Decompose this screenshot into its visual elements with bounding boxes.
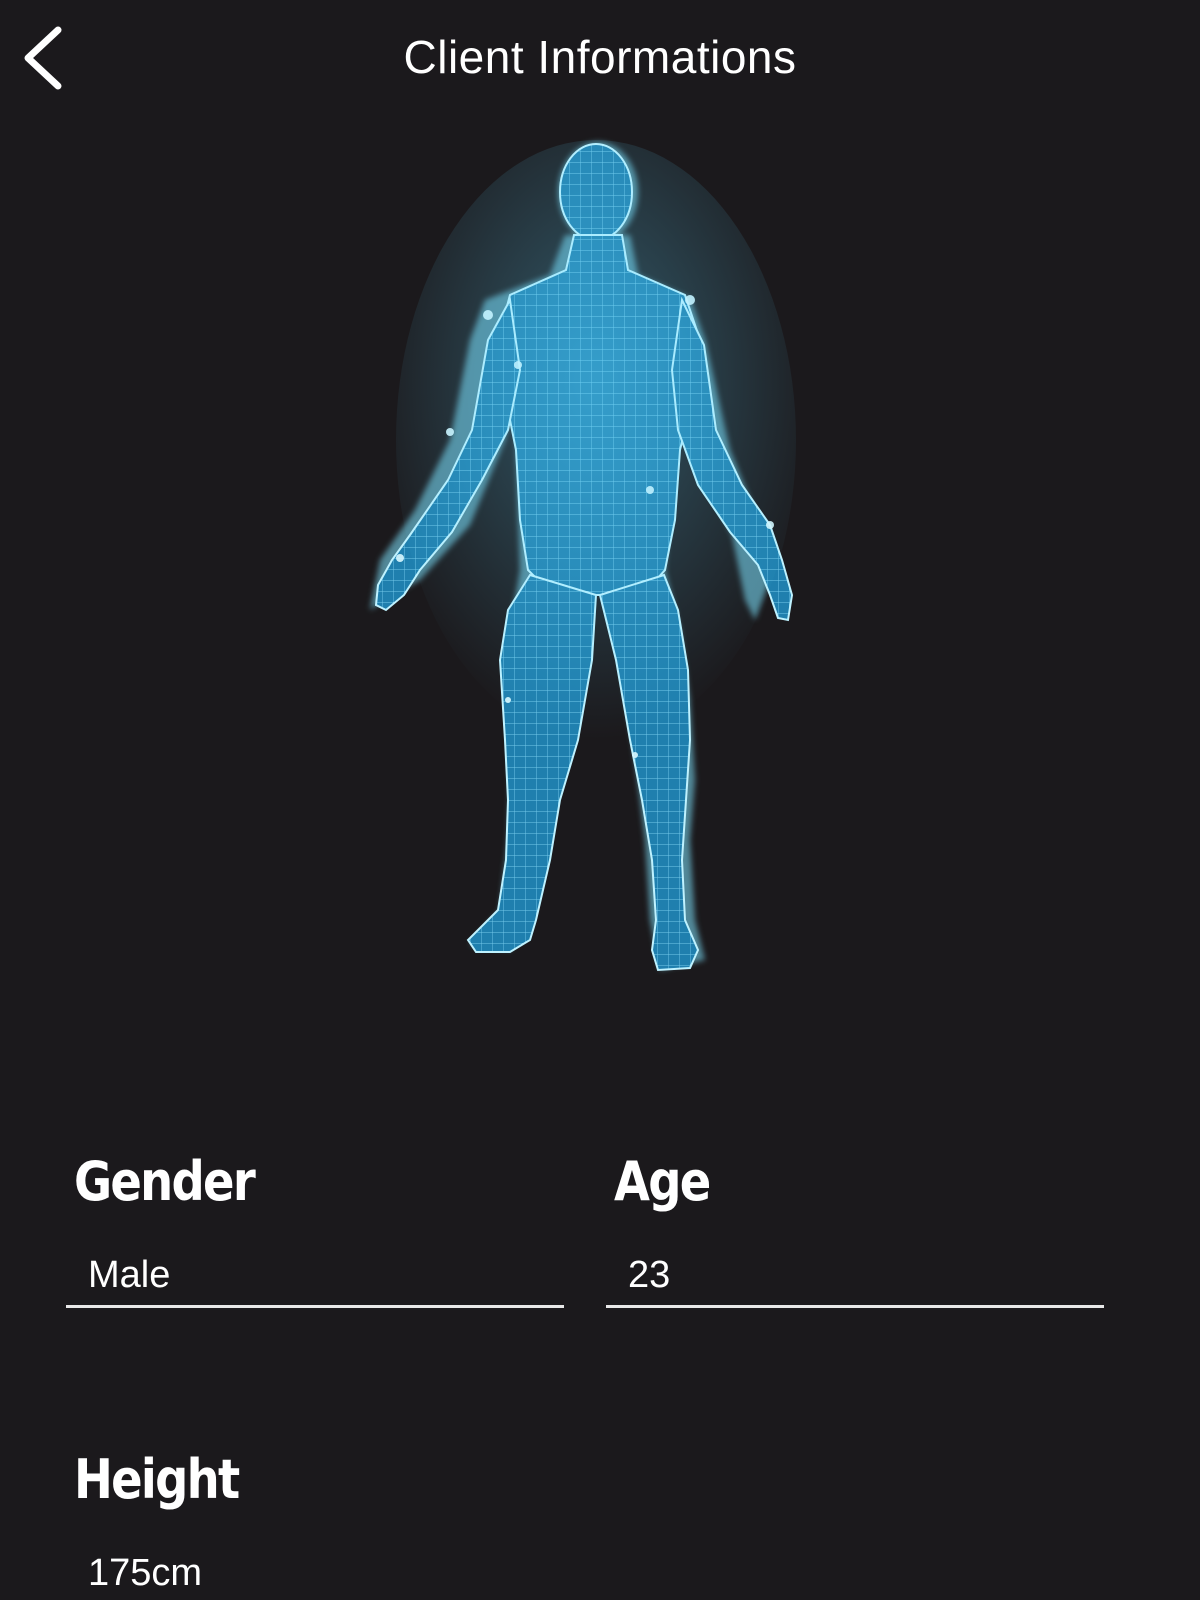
client-info-screen: Client Informations Gender Male Age 23 H… [0, 0, 1200, 1600]
gender-label: Gender [74, 1150, 256, 1213]
human-wireframe-model-icon [370, 140, 796, 972]
gender-field: Gender Male [66, 1150, 564, 1340]
human-body-model [360, 140, 840, 1010]
age-input[interactable]: 23 [606, 1242, 1104, 1308]
age-label: Age [614, 1150, 711, 1213]
page-title: Client Informations [403, 31, 797, 83]
age-field: Age 23 [606, 1150, 1104, 1340]
height-input[interactable]: 175cm [66, 1540, 564, 1600]
header: Client Informations [0, 0, 1200, 115]
gender-input[interactable]: Male [66, 1242, 564, 1308]
height-field: Height 175cm [66, 1448, 564, 1600]
height-label: Height [74, 1448, 240, 1511]
